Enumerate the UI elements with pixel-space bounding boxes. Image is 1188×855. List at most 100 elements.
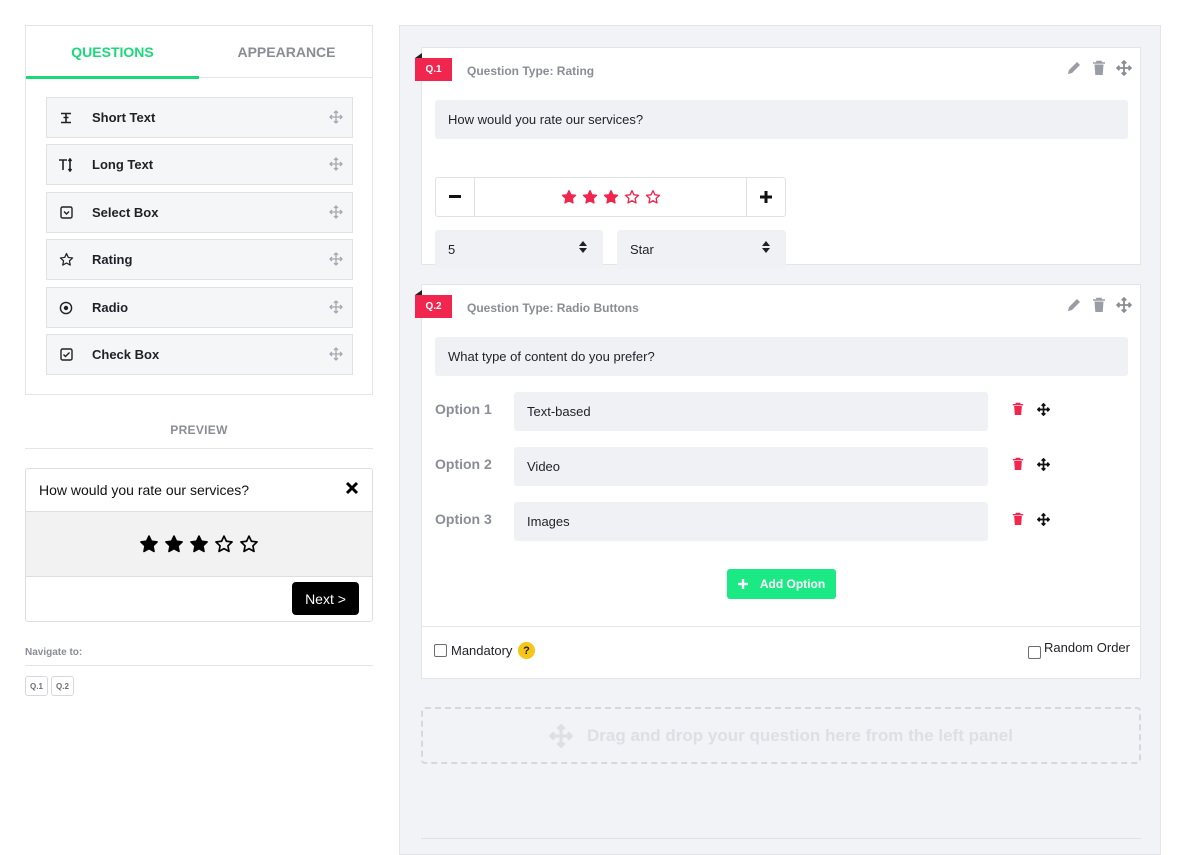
sort-icon: [762, 241, 770, 253]
tab-questions[interactable]: QUESTIONS: [26, 26, 199, 79]
long-text-icon: [57, 156, 75, 174]
star-filled-icon[interactable]: [189, 534, 209, 554]
question-dropzone[interactable]: Drag and drop your question here from th…: [421, 707, 1141, 764]
move-icon[interactable]: [329, 347, 343, 361]
mandatory-checkbox[interactable]: [434, 644, 447, 657]
delete-icon[interactable]: [1092, 60, 1106, 76]
question-text-input[interactable]: How would you rate our services?: [435, 100, 1128, 139]
star-outline-icon[interactable]: [214, 534, 234, 554]
delete-option-icon[interactable]: [1012, 457, 1024, 471]
option-label: Option 1: [435, 401, 492, 417]
option-input[interactable]: Video: [514, 447, 988, 486]
help-icon[interactable]: ?: [518, 642, 535, 659]
question-type-label: Short Text: [92, 110, 156, 125]
form-builder-canvas: Q.1 Question Type: Rating How would you …: [399, 25, 1161, 855]
question-type-long-text[interactable]: Long Text: [46, 144, 353, 185]
option-label: Option 2: [435, 456, 492, 472]
star-filled-icon[interactable]: [139, 534, 159, 554]
move-icon[interactable]: [1037, 403, 1050, 416]
select-value: Star: [630, 242, 654, 257]
question-type-select-box[interactable]: Select Box: [46, 192, 353, 233]
question-type-label: Radio: [92, 300, 129, 315]
move-icon: [549, 723, 573, 748]
random-order-checkbox[interactable]: [1028, 646, 1041, 659]
move-icon[interactable]: [1116, 297, 1132, 313]
question-type-check-box[interactable]: Check Box: [46, 334, 353, 375]
navigate-label: Navigate to:: [25, 647, 83, 658]
move-icon[interactable]: [1037, 458, 1050, 471]
star-icon: [57, 251, 75, 269]
divider: [25, 448, 373, 449]
star-outline-icon[interactable]: [239, 534, 259, 554]
rating-scale-select[interactable]: 5: [435, 230, 603, 269]
decrease-button[interactable]: [436, 178, 475, 216]
option-input[interactable]: Text-based: [514, 392, 988, 431]
delete-option-icon[interactable]: [1012, 512, 1024, 526]
sort-icon: [579, 241, 587, 253]
question-badge: Q.2: [415, 290, 452, 318]
navigate-chip-q1[interactable]: Q.1: [25, 676, 48, 696]
question-type-rating[interactable]: Rating: [46, 239, 353, 280]
question-text-input[interactable]: What type of content do you prefer?: [435, 337, 1128, 376]
edit-icon[interactable]: [1066, 60, 1082, 76]
question-tools: [1066, 60, 1132, 76]
mandatory-label: Mandatory: [451, 643, 513, 658]
random-order-label: Random Order: [1044, 640, 1130, 655]
question-type-label: Question Type: Radio Buttons: [467, 301, 639, 315]
star-filled-icon[interactable]: [164, 534, 184, 554]
divider: [25, 665, 373, 666]
question-type-radio[interactable]: Radio: [46, 287, 353, 328]
star-filled-icon[interactable]: [603, 189, 619, 205]
delete-option-icon[interactable]: [1012, 402, 1024, 416]
preview-title: PREVIEW: [170, 423, 228, 437]
edit-icon[interactable]: [1066, 297, 1082, 313]
divider: [421, 838, 1141, 839]
tab-appearance[interactable]: APPEARANCE: [200, 26, 373, 78]
move-icon[interactable]: [329, 157, 343, 171]
select-box-icon: [57, 204, 75, 222]
question-badge: Q.1: [415, 53, 452, 81]
close-icon[interactable]: [345, 481, 359, 495]
panel-tabs: QUESTIONS APPEARANCE: [26, 26, 373, 79]
question-type-label: Long Text: [92, 157, 154, 172]
dropzone-text: Drag and drop your question here from th…: [587, 725, 1013, 745]
star-outline-icon[interactable]: [624, 189, 640, 205]
question-card-q2: Q.2 Question Type: Radio Buttons What ty…: [415, 284, 1141, 679]
increase-button[interactable]: [746, 178, 785, 216]
star-outline-icon[interactable]: [645, 189, 661, 205]
checkbox-icon: [57, 346, 75, 364]
short-text-icon: [57, 109, 75, 127]
question-tools: [1066, 297, 1132, 313]
radio-icon: [57, 299, 75, 317]
star-filled-icon[interactable]: [582, 189, 598, 205]
question-types-panel: QUESTIONS APPEARANCE Short Text Long Tex…: [25, 25, 373, 395]
next-button[interactable]: Next >: [292, 582, 359, 615]
question-card-q1: Q.1 Question Type: Rating How would you …: [415, 47, 1141, 269]
rating-stars[interactable]: [475, 178, 746, 216]
preview-question: How would you rate our services?: [26, 469, 372, 512]
rating-stepper: [435, 177, 786, 217]
question-type-short-text[interactable]: Short Text: [46, 97, 353, 138]
add-option-label: Add Option: [759, 577, 826, 591]
question-type-label: Select Box: [92, 205, 159, 220]
delete-icon[interactable]: [1092, 297, 1106, 313]
navigate-chip-q2[interactable]: Q.2: [51, 676, 74, 696]
star-filled-icon[interactable]: [561, 189, 577, 205]
option-input[interactable]: Images: [514, 502, 988, 541]
preview-rating: [26, 512, 372, 577]
move-icon[interactable]: [329, 110, 343, 124]
select-value: 5: [448, 242, 456, 257]
move-icon[interactable]: [1037, 513, 1050, 526]
rating-shape-select[interactable]: Star: [617, 230, 786, 269]
preview-card: How would you rate our services? Next >: [25, 468, 373, 622]
move-icon[interactable]: [329, 205, 343, 219]
move-icon[interactable]: [329, 300, 343, 314]
move-icon[interactable]: [329, 252, 343, 266]
question-type-label: Check Box: [92, 347, 160, 362]
question-type-label: Rating: [92, 252, 133, 267]
move-icon[interactable]: [1116, 60, 1132, 76]
add-option-button[interactable]: Add Option: [727, 569, 836, 599]
plus-icon: [737, 579, 748, 589]
option-label: Option 3: [435, 511, 492, 527]
question-type-label: Question Type: Rating: [467, 64, 595, 78]
